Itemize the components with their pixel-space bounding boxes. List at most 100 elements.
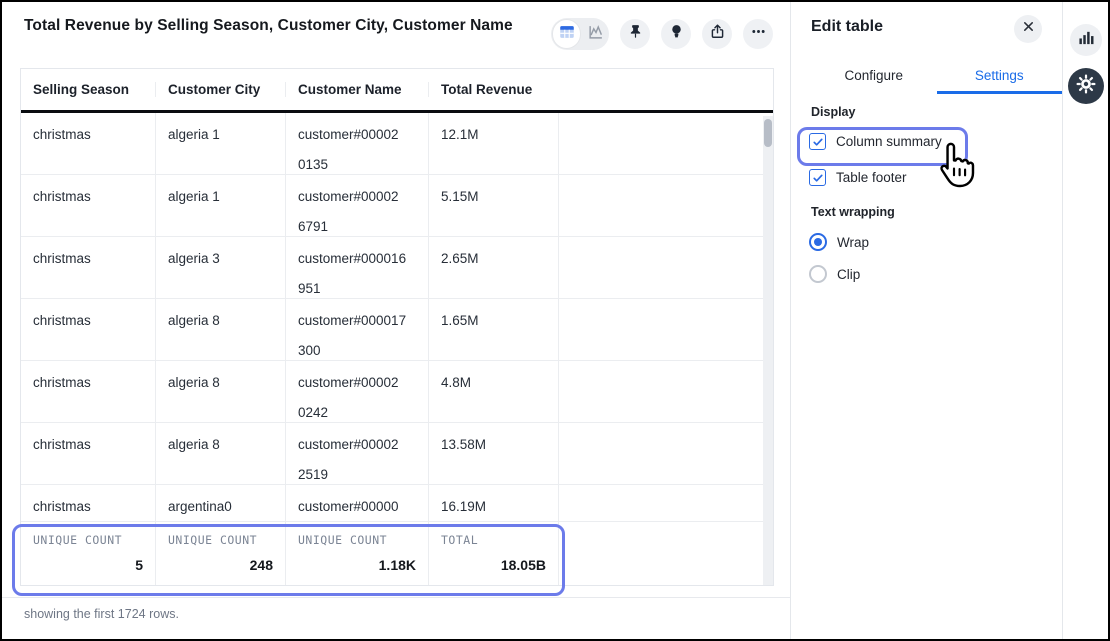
tab-settings[interactable]: Settings [937, 60, 1063, 94]
table-cell[interactable]: christmas [21, 113, 155, 174]
table-icon [558, 23, 576, 46]
element-toolbar [551, 18, 773, 50]
panel-title: Edit table [811, 18, 883, 36]
summary-cell[interactable]: UNIQUE COUNT248 [155, 522, 285, 585]
radio-label: Clip [837, 267, 860, 282]
status-text: showing the first 1724 rows. [2, 597, 790, 621]
scrollbar-thumb[interactable] [764, 119, 772, 147]
table-cell[interactable] [558, 299, 773, 360]
table-row: christmasalgeria 1customer#00002 013512.… [21, 113, 773, 175]
table-row: christmasalgeria 8customer#00002 02424.8… [21, 361, 773, 423]
table-body: christmasalgeria 1customer#00002 013512.… [21, 113, 773, 522]
close-button[interactable] [1014, 15, 1042, 43]
table-row: christmasargentina0customer#0000016.19M [21, 485, 773, 522]
pin-icon [627, 23, 644, 45]
table-cell[interactable]: algeria 1 [155, 113, 285, 174]
table-cell[interactable]: customer#00002 2519 [285, 423, 428, 484]
summary-cell[interactable]: TOTAL 18.05B [428, 522, 558, 585]
summary-value: 5 [33, 557, 143, 573]
summary-cell[interactable]: UNIQUE COUNT 1.18K [285, 522, 428, 585]
pin-button[interactable] [620, 19, 650, 49]
table-cell[interactable]: 13.58M [428, 423, 558, 484]
table-cell[interactable] [558, 113, 773, 174]
table-cell[interactable]: 4.8M [428, 361, 558, 422]
summary-label: UNIQUE COUNT [298, 533, 416, 547]
summary-cell-empty [558, 522, 773, 585]
lightbulb-icon [668, 23, 685, 45]
table-cell[interactable]: customer#000016 951 [285, 237, 428, 298]
table-row: christmasalgeria 1customer#00002 67915.1… [21, 175, 773, 237]
bar-chart-icon [1078, 29, 1095, 51]
table-cell[interactable]: 12.1M [428, 113, 558, 174]
table-row: christmasalgeria 8customer#000017 3001.6… [21, 299, 773, 361]
more-button[interactable] [743, 19, 773, 49]
table-scrollbar[interactable] [763, 116, 773, 585]
chart-element-button[interactable] [1070, 24, 1102, 56]
table-row: christmasalgeria 3customer#000016 9512.6… [21, 237, 773, 299]
radio-wrap[interactable]: Wrap [809, 233, 869, 251]
radio-label: Wrap [837, 235, 869, 250]
radio-clip[interactable]: Clip [809, 265, 860, 283]
summary-label: UNIQUE COUNT [33, 533, 143, 547]
lightbulb-button[interactable] [661, 19, 691, 49]
workbook-canvas: Total Revenue by Selling Season, Custome… [2, 2, 790, 639]
checkbox-table-footer[interactable]: Table footer [809, 169, 907, 186]
summary-value: 18.05B [441, 557, 546, 573]
checkbox-label: Column summary [836, 134, 942, 149]
table-cell[interactable]: 1.65M [428, 299, 558, 360]
share-button[interactable] [702, 19, 732, 49]
table-row: christmasalgeria 8customer#00002 251913.… [21, 423, 773, 485]
table-cell[interactable]: algeria 1 [155, 175, 285, 236]
table-cell[interactable] [558, 485, 773, 521]
table-cell[interactable]: 16.19M [428, 485, 558, 521]
column-header[interactable]: Customer Name [285, 82, 428, 97]
table-cell[interactable]: 2.65M [428, 237, 558, 298]
table-cell[interactable]: customer#00002 0242 [285, 361, 428, 422]
table-view-button[interactable] [553, 20, 580, 48]
table-cell[interactable]: christmas [21, 361, 155, 422]
tab-configure[interactable]: Configure [811, 60, 937, 94]
table-cell[interactable]: christmas [21, 423, 155, 484]
table-cell[interactable]: 5.15M [428, 175, 558, 236]
table-cell[interactable]: algeria 3 [155, 237, 285, 298]
data-table: Selling SeasonCustomer CityCustomer Name… [20, 68, 774, 586]
table-cell[interactable]: algeria 8 [155, 299, 285, 360]
table-cell[interactable]: customer#00002 0135 [285, 113, 428, 174]
panel-rail [1062, 2, 1108, 639]
radio-selected-icon [809, 233, 827, 251]
column-header[interactable]: Selling Season [21, 82, 155, 97]
summary-value: 1.18K [298, 557, 416, 573]
line-chart-icon [587, 23, 605, 46]
table-cell[interactable] [558, 423, 773, 484]
checkbox-icon [809, 169, 826, 186]
column-header[interactable]: Total Revenue [428, 82, 558, 97]
chart-view-button[interactable] [582, 20, 609, 48]
settings-gear-button[interactable] [1068, 68, 1104, 104]
table-cell[interactable]: christmas [21, 175, 155, 236]
summary-cell[interactable]: UNIQUE COUNT 5 [21, 522, 155, 585]
table-header-row: Selling SeasonCustomer CityCustomer Name… [21, 69, 773, 113]
ellipsis-icon [750, 23, 767, 45]
table-cell[interactable] [558, 175, 773, 236]
table-cell[interactable]: christmas [21, 299, 155, 360]
table-cell[interactable]: customer#000017 300 [285, 299, 428, 360]
table-cell[interactable]: customer#00000 [285, 485, 428, 521]
checkbox-icon [809, 133, 826, 150]
summary-label: TOTAL [441, 533, 546, 547]
page-title: Total Revenue by Selling Season, Custome… [24, 17, 513, 35]
table-cell[interactable]: customer#00002 6791 [285, 175, 428, 236]
table-cell[interactable]: christmas [21, 485, 155, 521]
checkbox-column-summary[interactable]: Column summary [809, 133, 942, 150]
column-header[interactable]: Customer City [155, 82, 285, 97]
table-cell[interactable]: algeria 8 [155, 361, 285, 422]
table-cell[interactable]: algeria 8 [155, 423, 285, 484]
table-cell[interactable] [558, 237, 773, 298]
panel-tabs: Configure Settings [811, 60, 1062, 94]
app-window: Total Revenue by Selling Season, Custome… [0, 0, 1110, 641]
checkbox-label: Table footer [836, 170, 907, 185]
table-cell[interactable] [558, 361, 773, 422]
close-icon [1022, 20, 1035, 38]
table-cell[interactable]: argentina0 [155, 485, 285, 521]
table-cell[interactable]: christmas [21, 237, 155, 298]
text-wrapping-heading: Text wrapping [811, 205, 895, 219]
